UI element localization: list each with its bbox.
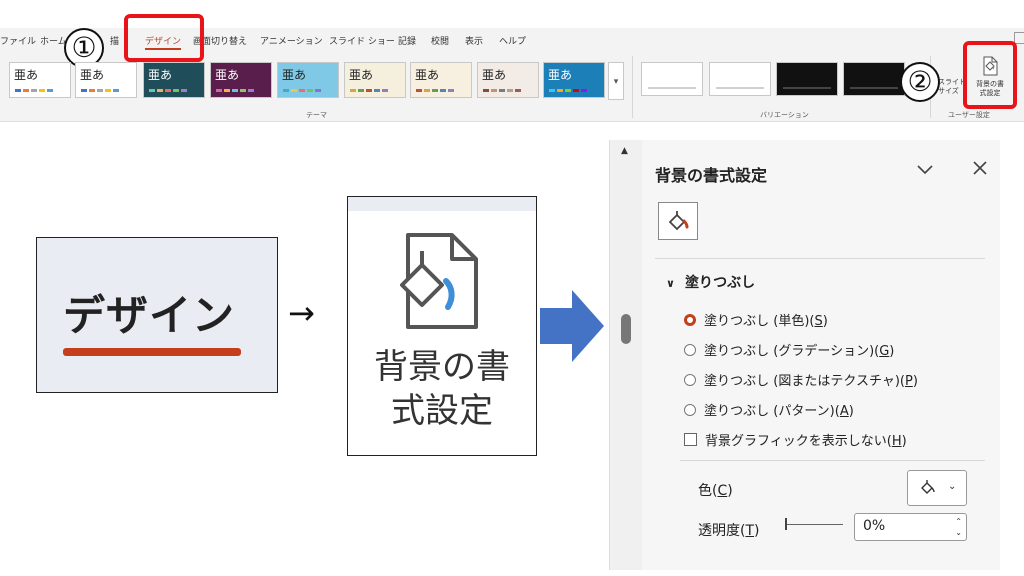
fill-color-picker[interactable]: ⌄ xyxy=(907,470,967,506)
gallery-more-button[interactable]: ▾ xyxy=(608,62,624,100)
callout-arrow-icon xyxy=(540,290,604,366)
hide-graphics-checkbox[interactable]: 背景グラフィックを表示しない(H) xyxy=(684,430,907,449)
variant-2[interactable] xyxy=(709,62,771,96)
transparency-input[interactable]: 0% ⌃ ⌄ xyxy=(854,513,967,541)
tab-record[interactable]: 記録 xyxy=(398,34,416,47)
paint-bucket-icon xyxy=(920,480,938,500)
highlight-format-bg-button xyxy=(963,41,1017,109)
highlight-design-tab xyxy=(124,14,204,62)
radio-indicator xyxy=(684,373,696,386)
transparency-slider-thumb[interactable] xyxy=(785,518,787,530)
theme-sample-text: 亜あ xyxy=(415,68,440,82)
radio-picture-fill[interactable]: 塗りつぶし (図またはテクスチャ)(P) xyxy=(684,370,918,389)
scroll-thumb[interactable] xyxy=(621,314,631,344)
design-tab-zoom-label: デザイン xyxy=(63,291,236,340)
radio-label: 塗りつぶし (グラデーション)(G) xyxy=(704,344,895,359)
format-bg-zoom-line2: 式設定 xyxy=(391,391,493,431)
paint-bucket-icon xyxy=(667,210,691,238)
radio-label: 塗りつぶし (図またはテクスチャ)(P) xyxy=(704,374,918,389)
section-chevron-icon: ∨ xyxy=(666,277,675,290)
transparency-slider[interactable] xyxy=(785,524,843,525)
close-icon[interactable] xyxy=(972,160,988,181)
transparency-label: 透明度(T) xyxy=(698,523,760,539)
theme-sample-text: 亜あ xyxy=(548,68,573,82)
tab-file[interactable]: ファイル xyxy=(0,34,36,47)
format-bg-zoom-line1: 背景の書 xyxy=(374,347,510,387)
fill-section-label: 塗りつぶし xyxy=(684,275,756,291)
radio-label: 塗りつぶし (パターン)(A) xyxy=(704,404,854,419)
format-background-pane: ▲ 背景の書式設定 ∨ 塗りつぶし 塗りつぶし (単色)(S) 塗りつぶし (グラ… xyxy=(609,140,1000,570)
pane-title: 背景の書式設定 xyxy=(655,166,768,185)
checkbox-indicator xyxy=(684,433,697,446)
tab-review[interactable]: 校閲 xyxy=(431,34,449,47)
active-tab-underline xyxy=(63,348,241,356)
step-2-marker: ② xyxy=(900,62,940,102)
format-bg-zoom: 背景の書 式設定 xyxy=(347,196,537,456)
theme-thumbnail[interactable]: 亜あ xyxy=(410,62,472,98)
format-bg-zoom-label: 背景の書 式設定 xyxy=(348,345,536,433)
scroll-up-icon[interactable]: ▲ xyxy=(621,146,628,156)
theme-color-swatches xyxy=(483,89,521,92)
variations-group-label: バリエーション xyxy=(760,111,809,119)
tab-slideshow[interactable]: スライド ショー xyxy=(329,34,395,47)
theme-color-swatches xyxy=(416,89,454,92)
theme-thumbnail[interactable]: 亜あ xyxy=(143,62,205,98)
theme-thumbnail[interactable]: 亜あ xyxy=(9,62,71,98)
radio-solid-fill[interactable]: 塗りつぶし (単色)(S) xyxy=(684,310,828,329)
theme-sample-text: 亜あ xyxy=(482,68,507,82)
group-divider xyxy=(632,56,633,118)
tab-divider xyxy=(655,258,985,259)
theme-color-swatches xyxy=(350,89,388,92)
section-divider xyxy=(680,460,985,461)
tab-animations[interactable]: アニメーション xyxy=(260,34,323,47)
theme-thumbnail[interactable]: 亜あ xyxy=(277,62,339,98)
theme-thumbnail[interactable]: 亜あ xyxy=(543,62,605,98)
variant-4[interactable] xyxy=(843,62,905,96)
theme-thumbnail[interactable]: 亜あ xyxy=(210,62,272,98)
radio-indicator xyxy=(684,343,696,356)
radio-label: 塗りつぶし (単色)(S) xyxy=(704,314,828,329)
custom-group-label: ユーザー設定 xyxy=(948,111,990,119)
tab-view[interactable]: 表示 xyxy=(465,34,483,47)
themes-group-label: テーマ xyxy=(306,111,327,119)
chevron-down-icon[interactable] xyxy=(916,160,934,181)
theme-color-swatches xyxy=(283,89,321,92)
design-tab-zoom: デザイン xyxy=(36,237,278,393)
chevron-down-icon: ⌄ xyxy=(948,481,957,492)
variant-3[interactable] xyxy=(776,62,838,96)
radio-indicator xyxy=(684,313,696,326)
format-background-icon xyxy=(396,231,486,335)
theme-color-swatches xyxy=(15,89,53,92)
theme-sample-text: 亜あ xyxy=(148,68,173,82)
tab-home[interactable]: ホーム xyxy=(40,34,67,47)
radio-gradient-fill[interactable]: 塗りつぶし (グラデーション)(G) xyxy=(684,340,894,359)
theme-sample-text: 亜あ xyxy=(215,68,240,82)
radio-indicator xyxy=(684,403,696,416)
arrow-symbol: → xyxy=(288,294,315,332)
variant-1[interactable] xyxy=(641,62,703,96)
checkbox-label: 背景グラフィックを表示しない(H) xyxy=(705,434,907,449)
transparency-value: 0% xyxy=(863,518,886,534)
tab-draw[interactable]: 描 xyxy=(110,34,119,47)
theme-sample-text: 亜あ xyxy=(349,68,374,82)
theme-color-swatches xyxy=(216,89,254,92)
pane-scrollbar[interactable]: ▲ xyxy=(610,140,642,570)
theme-thumbnail[interactable]: 亜あ xyxy=(75,62,137,98)
theme-thumbnail[interactable]: 亜あ xyxy=(477,62,539,98)
theme-sample-text: 亜あ xyxy=(14,68,39,82)
fill-tab[interactable] xyxy=(658,202,698,240)
theme-color-swatches xyxy=(81,89,119,92)
theme-sample-text: 亜あ xyxy=(282,68,307,82)
fill-section-header[interactable]: ∨ 塗りつぶし xyxy=(666,272,755,292)
theme-sample-text: 亜あ xyxy=(80,68,105,82)
theme-color-swatches xyxy=(149,89,187,92)
theme-color-swatches xyxy=(549,89,587,92)
radio-pattern-fill[interactable]: 塗りつぶし (パターン)(A) xyxy=(684,400,854,419)
color-label: 色(C) xyxy=(698,483,733,499)
tab-help[interactable]: ヘルプ xyxy=(499,34,526,47)
theme-thumbnail[interactable]: 亜あ xyxy=(344,62,406,98)
spinner-arrows-icon[interactable]: ⌃ ⌄ xyxy=(955,516,962,538)
